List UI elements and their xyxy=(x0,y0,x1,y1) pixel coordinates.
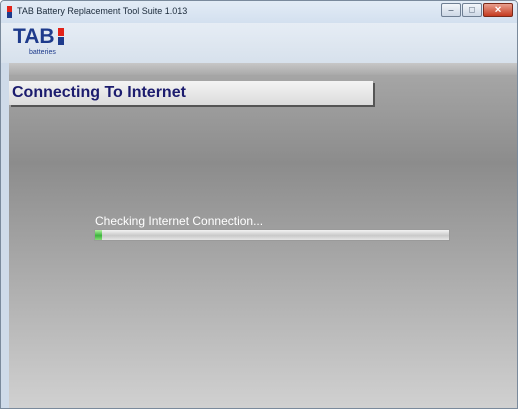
logo-text: TAB xyxy=(13,25,55,48)
app-window: TAB Battery Replacement Tool Suite 1.013… xyxy=(0,0,518,409)
content-top-shade xyxy=(9,63,517,75)
app-icon[interactable] xyxy=(7,6,12,18)
close-icon: ✕ xyxy=(494,4,502,15)
main-content: Connecting To Internet Checking Internet… xyxy=(9,63,517,408)
close-button[interactable]: ✕ xyxy=(483,3,513,17)
header-strip xyxy=(1,23,517,63)
progress-fill xyxy=(95,230,103,240)
logo-subtext: batteries xyxy=(29,49,56,56)
minimize-button[interactable]: – xyxy=(441,3,461,17)
maximize-icon: □ xyxy=(469,4,475,15)
minimize-icon: – xyxy=(448,4,454,15)
page-title: Connecting To Internet xyxy=(12,84,186,101)
tab-batteries-logo: TAB batteries xyxy=(13,26,73,60)
maximize-button[interactable]: □ xyxy=(462,3,482,17)
status-message: Checking Internet Connection... xyxy=(95,214,264,228)
progress-bar xyxy=(94,229,450,241)
title-bar[interactable]: TAB Battery Replacement Tool Suite 1.013… xyxy=(1,1,517,23)
window-title: TAB Battery Replacement Tool Suite 1.013 xyxy=(17,6,188,16)
window-controls: – □ ✕ xyxy=(440,3,513,20)
battery-mark-icon xyxy=(58,28,64,45)
page-title-panel: Connecting To Internet xyxy=(9,81,373,105)
